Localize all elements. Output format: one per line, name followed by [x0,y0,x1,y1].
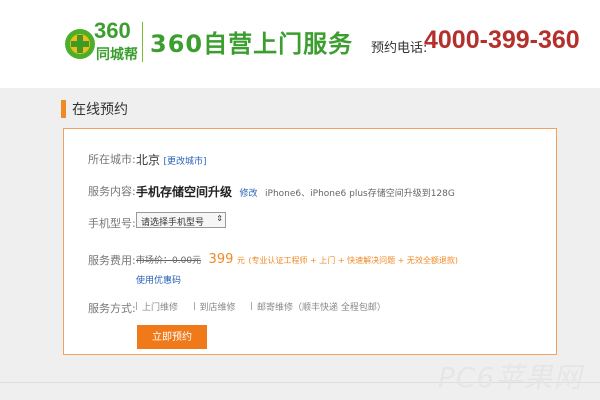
radio-icon [193,302,199,310]
submit-booking-button[interactable]: 立即预约 [137,325,207,349]
logo-subtitle: 同城帮 [96,47,138,63]
method-option-label: 到店维修 [199,303,236,313]
method-option-label: 邮寄维修（顺丰快递 全程包邮） [257,303,386,313]
site-header: 360 同城帮 360自营上门服务 预约电话: 4000-399-360 [0,0,600,88]
section-title-marker [61,100,66,118]
logo-number: 360 [94,18,131,43]
method-options: 上门维修 到店维修 邮寄维修（顺丰快递 全程包邮） [136,300,398,313]
section-title: 在线预约 [72,102,128,118]
fee-note: (专业认证工程师 + 上门 + 快速解决问题 + 无效全额退款) [248,256,458,265]
radio-icon [251,302,256,310]
method-option-mail[interactable]: 邮寄维修（顺丰快递 全程包邮） [251,302,386,313]
watermark: PC6苹果网 [438,361,583,394]
method-option-label: 上门维修 [142,303,179,313]
fee-unit: 元 [236,256,245,265]
brand-title: 360自营上门服务 [150,30,354,58]
method-option-store[interactable]: 到店维修 [193,302,236,313]
change-city-link[interactable]: [更改城市] [164,157,207,167]
method-label: 服务方式: [88,302,136,315]
service-edit-link[interactable]: 修改 [240,189,258,199]
coupon-link[interactable]: 使用优惠码 [136,273,181,286]
city-value-group: 北京 [更改城市] [136,151,207,168]
fee-original: 市场价：0.00元 [136,256,202,266]
method-option-onsite[interactable]: 上门维修 [136,302,179,313]
radio-icon [136,302,141,310]
logo[interactable]: 360 同城帮 [64,18,140,68]
service-description: iPhone6、iPhone6 plus存储空间升级到128G [265,189,455,199]
fee-label: 服务费用: [88,254,136,267]
service-value: 手机存储空间升级 [136,185,233,199]
hotline-label: 预约电话: [371,41,428,56]
logo-divider [142,22,143,62]
city-value: 北京 [136,153,161,167]
service-label: 服务内容: [88,185,136,198]
model-label: 手机型号: [88,217,136,230]
hotline-number: 4000-399-360 [424,26,580,54]
fee-price: 399 [208,252,234,267]
service-value-group: 手机存储空间升级 修改 iPhone6、iPhone6 plus存储空间升级到1… [136,183,455,200]
city-label: 所在城市: [88,153,136,166]
fee-value-group: 市场价：0.00元 399 元 (专业认证工程师 + 上门 + 快速解决问题 +… [136,252,458,267]
model-select-value: 请选择手机型号 [141,218,205,228]
model-select[interactable]: 请选择手机型号 ⇕ [136,212,226,228]
select-arrow-icon: ⇕ [216,214,223,223]
